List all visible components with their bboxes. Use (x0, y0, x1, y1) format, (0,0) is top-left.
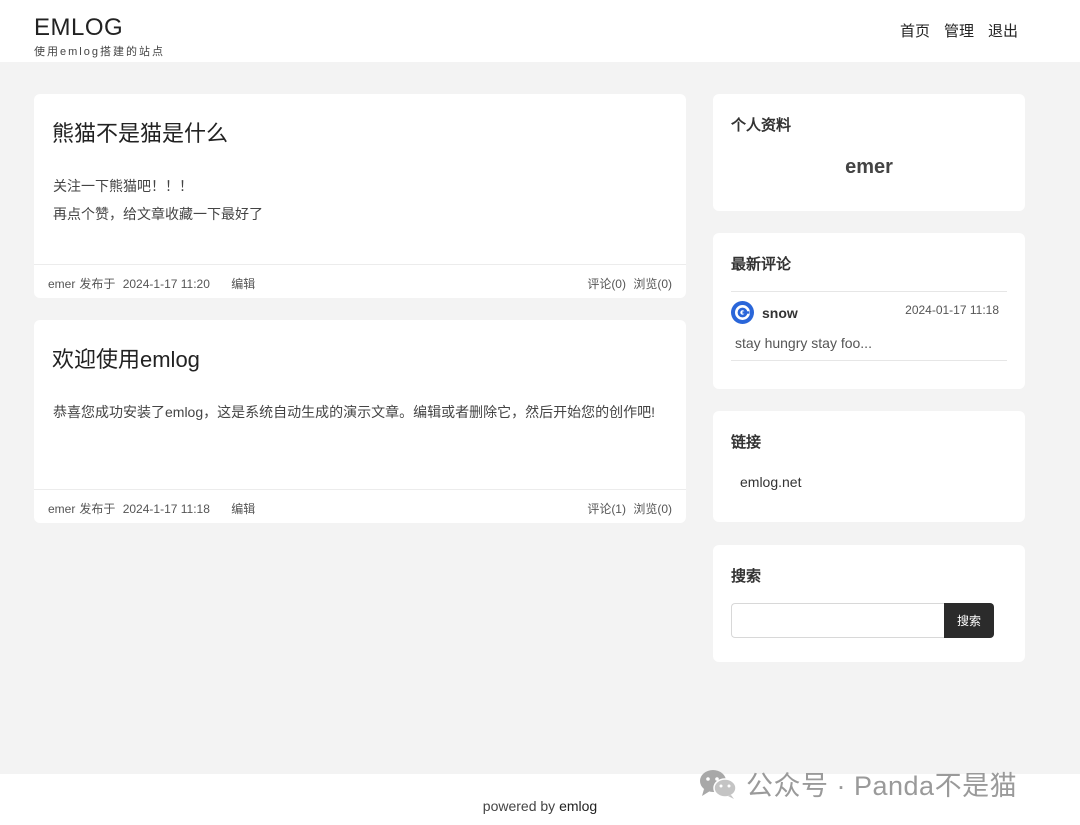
widget-title: 个人资料 (731, 117, 792, 134)
site-subtitle: 使用emlog搭建的站点 (34, 46, 165, 58)
link-emlog-net[interactable]: emlog.net (740, 474, 801, 490)
profile-widget: 个人资料 emer (713, 94, 1025, 211)
links-widget: 链接 emlog.net (713, 411, 1025, 522)
post-card: 熊猫不是猫是什么 关注一下熊猫吧！！！ 再点个赞，给文章收藏一下最好了 emer… (34, 94, 686, 298)
post-date: 2024-1-17 11:18 (122, 502, 210, 516)
avatar (731, 301, 754, 324)
wechat-icon (700, 769, 737, 799)
post-meta: emer 发布于 2024-1-17 11:20 编辑 评论(0) 浏览(0) (34, 264, 686, 298)
post-title[interactable]: 熊猫不是猫是什么 (52, 116, 228, 148)
post-excerpt-line: 关注一下熊猫吧！！！ (53, 178, 193, 194)
post-author[interactable]: emer (48, 502, 75, 516)
header: EMLOG 使用emlog搭建的站点 首页 管理 退出 (0, 0, 1080, 62)
post-title[interactable]: 欢迎使用emlog (52, 342, 200, 374)
nav-logout-link[interactable]: 退出 (988, 20, 1018, 41)
footer-brand-link[interactable]: emlog (559, 798, 597, 814)
widget-title: 最新评论 (731, 256, 792, 273)
comment-text[interactable]: stay hungry stay foo... (735, 335, 872, 351)
post-comments-link[interactable]: 评论(0) (587, 277, 626, 291)
watermark: 公众号 · Panda不是猫 (698, 764, 1017, 803)
watermark-text: 公众号 · Panda不是猫 (746, 771, 1018, 801)
comment-author[interactable]: snow (762, 305, 798, 321)
footer-powered-by: powered by (482, 798, 556, 814)
post-excerpt-line: 再点个赞，给文章收藏一下最好了 (53, 206, 263, 222)
post-excerpt: 关注一下熊猫吧！！！ 再点个赞，给文章收藏一下最好了 (53, 172, 672, 228)
commenter-avatar-icon (735, 305, 750, 320)
search-button[interactable]: 搜索 (944, 603, 994, 638)
profile-name: emer (845, 156, 893, 178)
widget-title: 搜索 (731, 568, 762, 585)
post-edit-link[interactable]: 编辑 (231, 502, 255, 516)
post-posted-label: 发布于 (79, 277, 116, 291)
post-views-count: 浏览(0) (633, 277, 672, 291)
comment-time: 2024-01-17 11:18 (905, 303, 999, 317)
nav-admin-link[interactable]: 管理 (944, 20, 974, 41)
post-excerpt: 恭喜您成功安装了emlog，这是系统自动生成的演示文章。编辑或者删除它，然后开始… (53, 398, 672, 426)
post-posted-label: 发布于 (79, 502, 116, 516)
search-input[interactable] (731, 603, 945, 638)
post-views-count: 浏览(0) (633, 502, 672, 516)
post-comments-link[interactable]: 评论(1) (587, 502, 626, 516)
comment-item[interactable]: snow 2024-01-17 11:18 stay hungry stay f… (731, 291, 1007, 361)
site-title[interactable]: EMLOG (34, 14, 123, 42)
main-nav: 首页 管理 退出 (900, 20, 1018, 41)
post-excerpt-line: 恭喜您成功安装了emlog，这是系统自动生成的演示文章。编辑或者删除它，然后开始… (53, 404, 656, 420)
widget-title: 链接 (731, 434, 762, 451)
post-meta: emer 发布于 2024-1-17 11:18 编辑 评论(1) 浏览(0) (34, 489, 686, 523)
post-date: 2024-1-17 11:20 (122, 277, 210, 291)
search-widget: 搜索 搜索 (713, 545, 1025, 662)
post-card: 欢迎使用emlog 恭喜您成功安装了emlog，这是系统自动生成的演示文章。编辑… (34, 320, 686, 523)
latest-comments-widget: 最新评论 snow 2024-01-17 11:18 stay hungry s… (713, 233, 1025, 389)
post-edit-link[interactable]: 编辑 (231, 277, 255, 291)
post-author[interactable]: emer (48, 277, 75, 291)
nav-home-link[interactable]: 首页 (900, 20, 930, 41)
